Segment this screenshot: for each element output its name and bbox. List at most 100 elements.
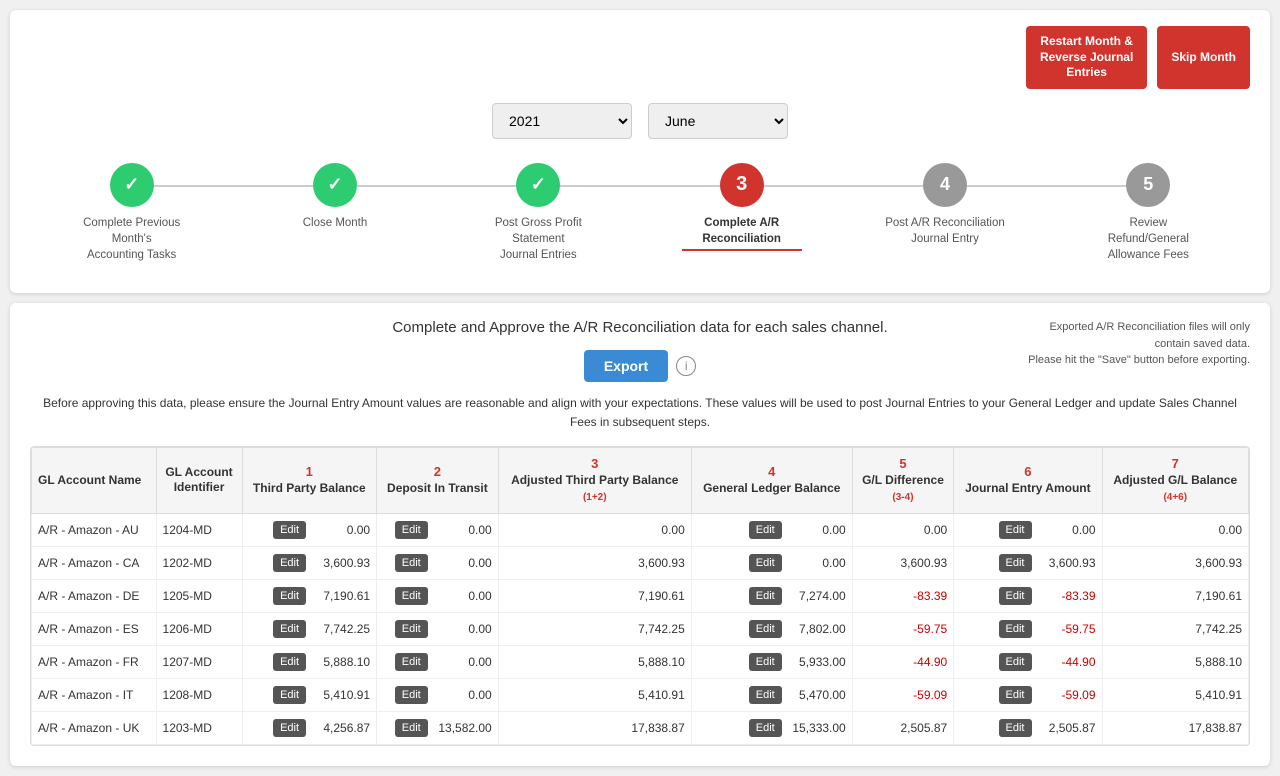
edit-button[interactable]: Edit: [395, 686, 428, 704]
cell-third-party: Edit0.00: [242, 513, 377, 546]
edit-button[interactable]: Edit: [395, 587, 428, 605]
cell-gl-balance: Edit7,802.00: [691, 612, 852, 645]
edit-button[interactable]: Edit: [999, 653, 1032, 671]
step-1-circle: ✓: [110, 163, 154, 207]
edit-button[interactable]: Edit: [999, 686, 1032, 704]
table-header-row: GL Account Name GL AccountIdentifier 1Th…: [32, 448, 1249, 513]
step-1: ✓ Complete Previous Month'sAccounting Ta…: [30, 163, 233, 263]
edit-button[interactable]: Edit: [999, 587, 1032, 605]
cell-gl-diff: 3,600.93: [852, 546, 953, 579]
col-gl-account-name: GL Account Name: [32, 448, 157, 513]
ar-reconciliation-table: GL Account Name GL AccountIdentifier 1Th…: [30, 446, 1250, 745]
cell-third-party: Edit7,190.61: [242, 579, 377, 612]
cell-deposit: Edit0.00: [377, 513, 499, 546]
cell-name: A/R - Amazon - ES: [32, 612, 157, 645]
top-actions: Restart Month &Reverse JournalEntries Sk…: [30, 26, 1250, 89]
edit-button[interactable]: Edit: [273, 686, 306, 704]
year-select[interactable]: 2020 2021 2022: [492, 103, 632, 139]
table-row: A/R - Amazon - CA 1202-MD Edit 3,600.93 E…: [32, 546, 1249, 579]
table-row: A/R - Amazon - ES 1206-MD Edit7,742.25 E…: [32, 612, 1249, 645]
step-2-circle: ✓: [313, 163, 357, 207]
cell-gl-balance: Edit7,274.00: [691, 579, 852, 612]
cell-adj-gl: 5,410.91: [1102, 678, 1249, 711]
cell-name: A/R - Amazon - CA: [32, 546, 157, 579]
edit-button[interactable]: Edit: [749, 587, 782, 605]
edit-button[interactable]: Edit: [395, 653, 428, 671]
cell-adj-gl: 17,838.87: [1102, 711, 1249, 744]
cell-name: A/R - Amazon - IT: [32, 678, 157, 711]
col-third-party: 1Third Party Balance: [242, 448, 377, 513]
edit-button[interactable]: Edit: [273, 719, 306, 737]
cell-name: A/R - Amazon - AU: [32, 513, 157, 546]
cell-adj-gl: 3,600.93: [1102, 546, 1249, 579]
cell-adjusted-tp: 5,888.10: [498, 645, 691, 678]
step-2-label: Close Month: [303, 215, 368, 231]
cell-deposit: Edit0.00: [377, 612, 499, 645]
cell-name: A/R - Amazon - FR: [32, 645, 157, 678]
edit-button[interactable]: Edit: [999, 620, 1032, 638]
skip-month-button[interactable]: Skip Month: [1157, 26, 1250, 89]
cell-name: A/R - Amazon - DE: [32, 579, 157, 612]
edit-button[interactable]: Edit: [999, 719, 1032, 737]
edit-button[interactable]: Edit: [395, 521, 428, 539]
col-deposit: 2Deposit In Transit: [377, 448, 499, 513]
edit-button[interactable]: Edit: [749, 686, 782, 704]
cell-gl-diff: -59.75: [852, 612, 953, 645]
step-4: 3 Complete A/R Reconciliation: [640, 163, 843, 251]
edit-button[interactable]: Edit: [395, 719, 428, 737]
edit-button[interactable]: Edit: [273, 620, 306, 638]
lower-card: Complete and Approve the A/R Reconciliat…: [10, 303, 1270, 765]
restart-month-button[interactable]: Restart Month &Reverse JournalEntries: [1026, 26, 1147, 89]
edit-button[interactable]: Edit: [749, 521, 782, 539]
cell-deposit: Edit13,582.00: [377, 711, 499, 744]
edit-button[interactable]: Edit: [395, 620, 428, 638]
cell-gl-diff: -44.90: [852, 645, 953, 678]
edit-button[interactable]: Edit: [999, 554, 1032, 572]
cell-gl-diff: -83.39: [852, 579, 953, 612]
cell-je-amount: Edit-59.09: [954, 678, 1102, 711]
cell-je-amount: Edit2,505.87: [954, 711, 1102, 744]
month-select[interactable]: JanuaryFebruaryMarch AprilMayJune JulyAu…: [648, 103, 788, 139]
cell-adj-gl: 7,742.25: [1102, 612, 1249, 645]
cell-id: 1207-MD: [156, 645, 242, 678]
edit-button[interactable]: Edit: [395, 554, 428, 572]
cell-gl-balance: Edit5,470.00: [691, 678, 852, 711]
table-row: A/R - Amazon - AU 1204-MD Edit0.00 Edit0…: [32, 513, 1249, 546]
col-adj-gl: 7Adjusted G/L Balance(4+6): [1102, 448, 1249, 513]
cell-gl-balance: Edit15,333.00: [691, 711, 852, 744]
table-row: A/R - Amazon - UK 1203-MD Edit4,256.87 E…: [32, 711, 1249, 744]
edit-button[interactable]: Edit: [749, 653, 782, 671]
step-5: 4 Post A/R ReconciliationJournal Entry: [843, 163, 1046, 247]
cell-adjusted-tp: 5,410.91: [498, 678, 691, 711]
cell-deposit: Edit0.00: [377, 579, 499, 612]
info-icon: i: [676, 356, 696, 376]
step-6-circle: 5: [1126, 163, 1170, 207]
edit-button[interactable]: Edit: [273, 554, 306, 572]
edit-button[interactable]: Edit: [749, 719, 782, 737]
export-note: Exported A/R Reconciliation files will o…: [1028, 319, 1250, 369]
step-3: ✓ Post Gross Profit StatementJournal Ent…: [437, 163, 640, 263]
export-button[interactable]: Export: [584, 350, 668, 382]
edit-button[interactable]: Edit: [273, 587, 306, 605]
step-4-circle: 3: [720, 163, 764, 207]
cell-adjusted-tp: 17,838.87: [498, 711, 691, 744]
edit-button[interactable]: Edit: [749, 554, 782, 572]
cell-id: 1202-MD: [156, 546, 242, 579]
edit-button[interactable]: Edit: [999, 521, 1032, 539]
cell-gl-balance: Edit0.00: [691, 513, 852, 546]
top-card: Restart Month &Reverse JournalEntries Sk…: [10, 10, 1270, 293]
cell-je-amount: Edit-59.75: [954, 612, 1102, 645]
edit-button[interactable]: Edit: [273, 653, 306, 671]
edit-button[interactable]: Edit: [273, 521, 306, 539]
cell-adjusted-tp: 7,742.25: [498, 612, 691, 645]
edit-button[interactable]: Edit: [749, 620, 782, 638]
cell-deposit: Edit0.00: [377, 678, 499, 711]
cell-adjusted-tp: 0.00: [498, 513, 691, 546]
col-gl-account-id: GL AccountIdentifier: [156, 448, 242, 513]
selectors-row: 2020 2021 2022 JanuaryFebruaryMarch Apri…: [30, 103, 1250, 139]
cell-third-party: Edit7,742.25: [242, 612, 377, 645]
step-3-circle: ✓: [516, 163, 560, 207]
cell-deposit: Edit0.00: [377, 645, 499, 678]
cell-adj-gl: 5,888.10: [1102, 645, 1249, 678]
step-5-label: Post A/R ReconciliationJournal Entry: [885, 215, 1005, 247]
